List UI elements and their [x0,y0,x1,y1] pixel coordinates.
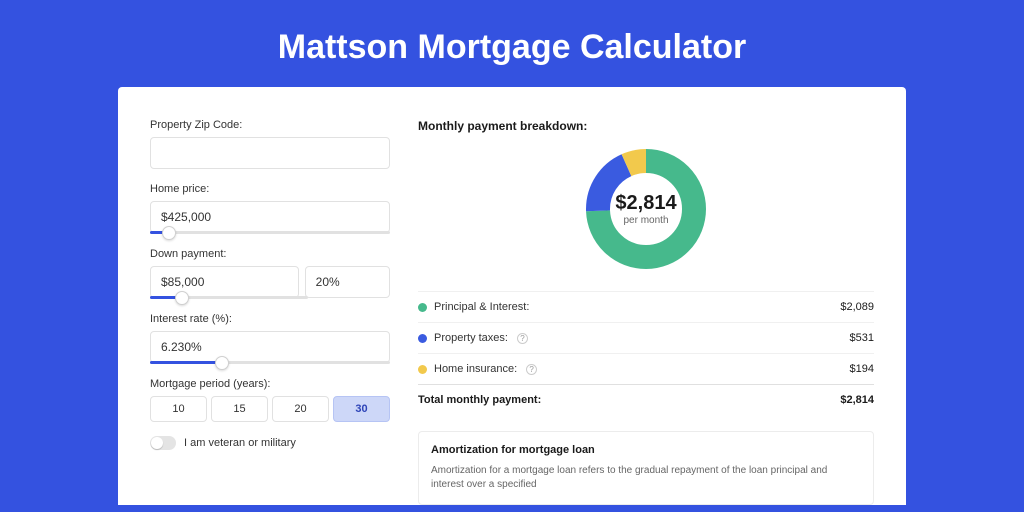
down-payment-pct-input[interactable] [305,266,390,298]
legend-row-insurance: Home insurance: ? $194 [418,353,874,384]
interest-block: Interest rate (%): [150,313,390,364]
legend-total-row: Total monthly payment: $2,814 [418,384,874,415]
legend-label-insurance: Home insurance: [434,363,517,375]
inputs-column: Property Zip Code: Home price: Down paym… [150,119,390,505]
help-icon[interactable]: ? [517,333,528,344]
interest-slider-fill [150,361,222,364]
down-payment-block: Down payment: [150,248,390,299]
legend-row-principal: Principal & Interest: $2,089 [418,291,874,322]
legend-dot-insurance [418,365,427,374]
interest-input[interactable] [150,331,390,363]
zip-field-block: Property Zip Code: [150,119,390,169]
amortization-text: Amortization for a mortgage loan refers … [431,464,861,492]
legend-row-taxes: Property taxes: ? $531 [418,322,874,353]
legend-dot-principal [418,303,427,312]
legend-dot-taxes [418,334,427,343]
period-btn-15[interactable]: 15 [211,396,268,422]
amortization-box: Amortization for mortgage loan Amortizat… [418,431,874,505]
donut-center: $2,814 per month [582,145,710,273]
veteran-toggle[interactable] [150,436,176,450]
period-btn-20[interactable]: 20 [272,396,329,422]
legend-value-taxes: $531 [850,332,874,344]
period-label: Mortgage period (years): [150,378,390,390]
down-payment-slider-handle[interactable] [175,291,189,305]
legend-label-taxes: Property taxes: [434,332,508,344]
donut-chart-wrap: $2,814 per month [418,145,874,273]
help-icon[interactable]: ? [526,364,537,375]
veteran-row: I am veteran or military [150,436,390,450]
interest-slider[interactable] [150,361,390,364]
interest-slider-handle[interactable] [215,356,229,370]
interest-label: Interest rate (%): [150,313,390,325]
home-price-input[interactable] [150,201,390,233]
veteran-toggle-knob [151,437,163,449]
home-price-label: Home price: [150,183,390,195]
legend-label-principal: Principal & Interest: [434,301,529,313]
donut-sub: per month [623,215,668,226]
zip-label: Property Zip Code: [150,119,390,131]
veteran-label: I am veteran or military [184,437,296,449]
down-payment-label: Down payment: [150,248,390,260]
zip-input[interactable] [150,137,390,169]
legend-value-principal: $2,089 [840,301,874,313]
period-block: Mortgage period (years): 10 15 20 30 [150,378,390,422]
period-button-row: 10 15 20 30 [150,396,390,422]
down-payment-slider[interactable] [150,296,308,299]
donut-total: $2,814 [615,192,676,215]
period-btn-10[interactable]: 10 [150,396,207,422]
home-price-slider[interactable] [150,231,390,234]
donut-chart: $2,814 per month [582,145,710,273]
results-column: Monthly payment breakdown: $2,814 per mo… [418,119,874,505]
down-payment-input[interactable] [150,266,299,298]
legend-total-value: $2,814 [840,394,874,406]
legend-value-insurance: $194 [850,363,874,375]
calculator-card: Property Zip Code: Home price: Down paym… [118,87,906,505]
breakdown-title: Monthly payment breakdown: [418,119,874,133]
page-title: Mattson Mortgage Calculator [0,0,1024,87]
home-price-block: Home price: [150,183,390,234]
home-price-slider-handle[interactable] [162,226,176,240]
amortization-title: Amortization for mortgage loan [431,444,861,456]
period-btn-30[interactable]: 30 [333,396,390,422]
legend-total-label: Total monthly payment: [418,394,541,406]
